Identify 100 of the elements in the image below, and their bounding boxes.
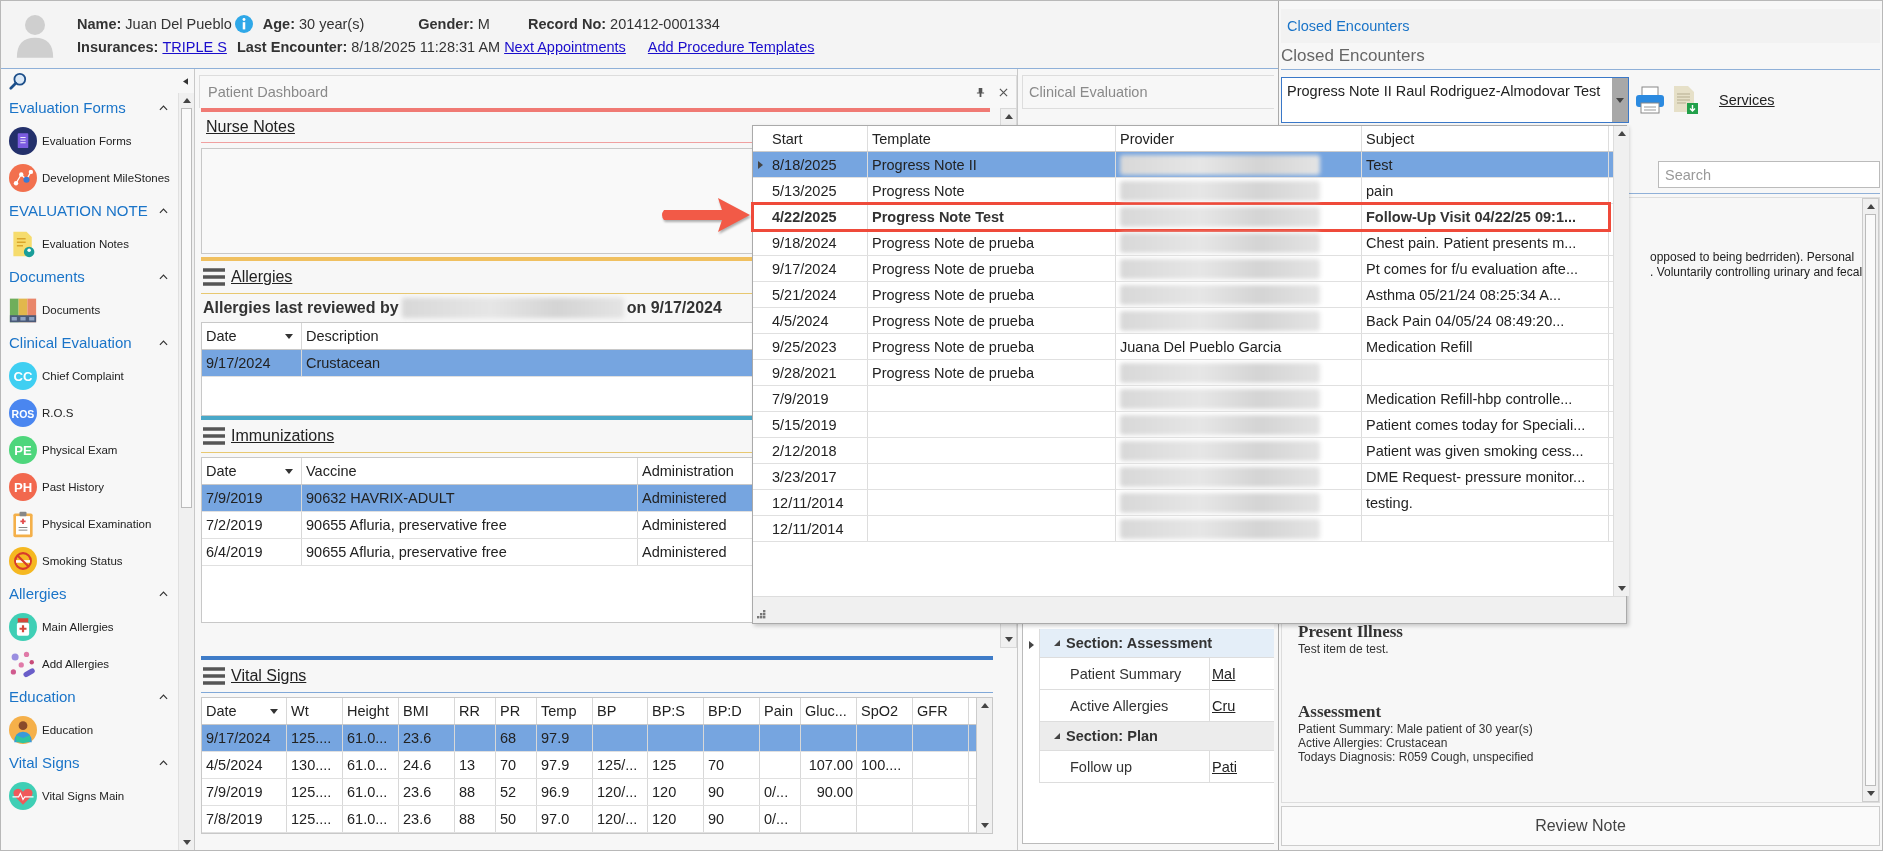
review-note-button[interactable]: Review Note bbox=[1281, 806, 1880, 846]
table-row[interactable]: 7/9/2019 125.... 61.0... 23.6 88 52 96.9 120/... 120 90 0/... 90.00 bbox=[202, 779, 976, 806]
search-field[interactable]: Search bbox=[1658, 161, 1880, 188]
chevron-icon[interactable] bbox=[159, 693, 168, 700]
column-header[interactable]: Template bbox=[868, 126, 1116, 151]
scroll-up-icon[interactable] bbox=[980, 703, 989, 708]
sidebar-item[interactable]: Add Allergies bbox=[42, 657, 110, 670]
scrollbar[interactable] bbox=[178, 93, 194, 850]
encounter-row[interactable]: 9/28/2021 Progress Note de prueba bbox=[753, 360, 1613, 386]
column-header[interactable]: Provider bbox=[1116, 126, 1362, 151]
scroll-thumb[interactable] bbox=[181, 108, 192, 508]
column-header[interactable]: Height bbox=[343, 698, 399, 724]
header-link[interactable]: Next Appointments bbox=[504, 38, 626, 55]
scroll-thumb[interactable] bbox=[1865, 214, 1876, 786]
menu-icon[interactable] bbox=[203, 427, 225, 445]
scroll-down-icon[interactable] bbox=[1617, 586, 1626, 591]
sidebar-item[interactable]: Chief Complaint bbox=[42, 369, 124, 382]
scrollbar[interactable] bbox=[1862, 198, 1879, 802]
pane-tab[interactable]: Closed Encounters bbox=[1287, 18, 1410, 34]
field-link[interactable]: Pati bbox=[1210, 758, 1237, 775]
menu-icon[interactable] bbox=[203, 268, 225, 286]
encounter-row[interactable]: 12/11/2014 testing. bbox=[753, 490, 1613, 516]
section-title[interactable]: Allergies bbox=[231, 268, 293, 286]
column-header[interactable]: Temp bbox=[537, 698, 593, 724]
chevron-icon[interactable] bbox=[159, 759, 168, 766]
resize-grip-icon[interactable] bbox=[757, 610, 766, 619]
services-link[interactable]: Services bbox=[1719, 92, 1775, 108]
expand-icon[interactable] bbox=[1054, 733, 1060, 739]
column-header[interactable]: BMI bbox=[399, 698, 455, 724]
caret-icon[interactable] bbox=[1616, 97, 1624, 103]
column-header[interactable]: RR bbox=[455, 698, 496, 724]
column-header[interactable]: Wt bbox=[287, 698, 343, 724]
chevron-icon[interactable] bbox=[159, 207, 168, 214]
encounter-row[interactable]: 9/25/2023 Progress Note de prueba Juana Del Pueblo Garcia Medication Refill bbox=[753, 334, 1613, 360]
encounter-row[interactable]: 9/17/2024 Progress Note de prueba Pt comes for f/u evaluation afte... bbox=[753, 256, 1613, 282]
column-header[interactable]: Pain bbox=[760, 698, 801, 724]
collapse-icon[interactable] bbox=[183, 77, 188, 85]
printer-icon[interactable] bbox=[1635, 85, 1665, 115]
menu-icon[interactable] bbox=[203, 667, 225, 685]
field-link[interactable]: Mal bbox=[1210, 665, 1236, 682]
sidebar-item[interactable]: Education bbox=[42, 723, 94, 736]
scrollbar[interactable] bbox=[976, 698, 992, 833]
encounter-row[interactable]: 2/12/2018 Patient was given smoking cess... bbox=[753, 438, 1613, 464]
scroll-up-icon[interactable] bbox=[1866, 204, 1875, 209]
column-header[interactable]: GFR bbox=[913, 698, 969, 724]
insurance-link[interactable]: TRIPLE S bbox=[162, 38, 227, 55]
scroll-down-icon[interactable] bbox=[1866, 791, 1875, 796]
table-row[interactable]: 4/5/2024 130.... 61.0... 24.6 13 70 97.9 125/... 125 70 107.00 100.... bbox=[202, 752, 976, 779]
encounter-row[interactable]: 3/23/2017 DME Request- pressure monitor... bbox=[753, 464, 1613, 490]
sidebar-item[interactable]: R.O.S bbox=[42, 406, 74, 419]
table-row[interactable]: 9/17/2024 125.... 61.0... 23.6 68 97.9 bbox=[202, 725, 976, 752]
column-header[interactable]: Subject bbox=[1362, 126, 1609, 151]
scroll-down-icon[interactable] bbox=[182, 840, 191, 845]
encounter-row[interactable]: 9/18/2024 Progress Note de prueba Chest pain. Patient presents m... bbox=[753, 230, 1613, 256]
section-title[interactable]: Nurse Notes bbox=[206, 118, 295, 136]
encounter-row[interactable]: 4/22/2025 Progress Note Test Follow-Up Visit 04/22/25 09:1... bbox=[753, 204, 1609, 230]
sidebar-item[interactable]: Smoking Status bbox=[42, 554, 123, 567]
pin-icon[interactable] bbox=[976, 87, 985, 97]
sidebar-item[interactable]: Physical Exam bbox=[42, 443, 118, 456]
sidebar-item[interactable]: Past History bbox=[42, 480, 104, 493]
scroll-up-icon[interactable] bbox=[1617, 131, 1626, 136]
column-header[interactable]: Gluc... bbox=[801, 698, 857, 724]
encounter-row[interactable]: 5/15/2019 Patient comes today for Speciali... bbox=[753, 412, 1613, 438]
column-header[interactable]: BP bbox=[593, 698, 648, 724]
sidebar-item[interactable]: Evaluation Notes bbox=[42, 237, 129, 250]
sidebar-item[interactable]: Physical Examination bbox=[42, 517, 152, 530]
expand-icon[interactable] bbox=[1054, 640, 1060, 646]
encounter-row[interactable]: 5/21/2024 Progress Note de prueba Asthma 05/21/24 08:25:34 A... bbox=[753, 282, 1613, 308]
encounter-row[interactable]: 5/13/2025 Progress Note pain bbox=[753, 178, 1613, 204]
encounter-row[interactable]: 12/11/2014 bbox=[753, 516, 1613, 542]
column-header[interactable]: Date bbox=[202, 698, 287, 724]
info-icon[interactable] bbox=[234, 14, 253, 33]
column-header[interactable]: Date bbox=[202, 458, 302, 484]
column-header[interactable]: Vaccine bbox=[302, 458, 638, 484]
chevron-icon[interactable] bbox=[159, 590, 168, 597]
chevron-icon[interactable] bbox=[159, 273, 168, 280]
chevron-icon[interactable] bbox=[159, 104, 168, 111]
column-header[interactable]: Date bbox=[202, 323, 302, 349]
encounter-row[interactable]: 7/9/2019 Medication Refill-hbp controlle... bbox=[753, 386, 1613, 412]
sort-icon[interactable] bbox=[285, 334, 293, 339]
search-icon[interactable] bbox=[9, 72, 27, 90]
column-header[interactable]: SpO2 bbox=[857, 698, 913, 724]
column-header[interactable]: BP:D bbox=[704, 698, 760, 724]
sidebar-item[interactable]: Documents bbox=[42, 303, 101, 316]
field-link[interactable]: Cru bbox=[1210, 697, 1236, 714]
document-download-icon[interactable] bbox=[1671, 85, 1701, 115]
scroll-down-icon[interactable] bbox=[980, 823, 989, 828]
column-header[interactable]: PR bbox=[496, 698, 537, 724]
sort-icon[interactable] bbox=[270, 709, 278, 714]
sidebar-item[interactable]: Evaluation Forms bbox=[42, 134, 132, 147]
encounter-dropdown[interactable]: Progress Note II Raul Rodriguez-Almodovar Test bbox=[1281, 77, 1629, 123]
sidebar-item[interactable]: Development MileStones bbox=[42, 171, 170, 184]
column-header[interactable]: BP:S bbox=[648, 698, 704, 724]
section-title[interactable]: Immunizations bbox=[231, 427, 335, 445]
table-row[interactable]: 7/8/2019 125.... 61.0... 23.6 88 50 97.0 120/... 120 90 0/... bbox=[202, 806, 976, 833]
scrollbar[interactable] bbox=[1613, 126, 1629, 596]
header-link[interactable]: Add Procedure Templates bbox=[647, 38, 815, 55]
encounter-row[interactable]: 4/5/2024 Progress Note de prueba Back Pain 04/05/24 08:49:20... bbox=[753, 308, 1613, 334]
scroll-down-icon[interactable] bbox=[1004, 637, 1013, 642]
close-icon[interactable] bbox=[999, 87, 1008, 97]
